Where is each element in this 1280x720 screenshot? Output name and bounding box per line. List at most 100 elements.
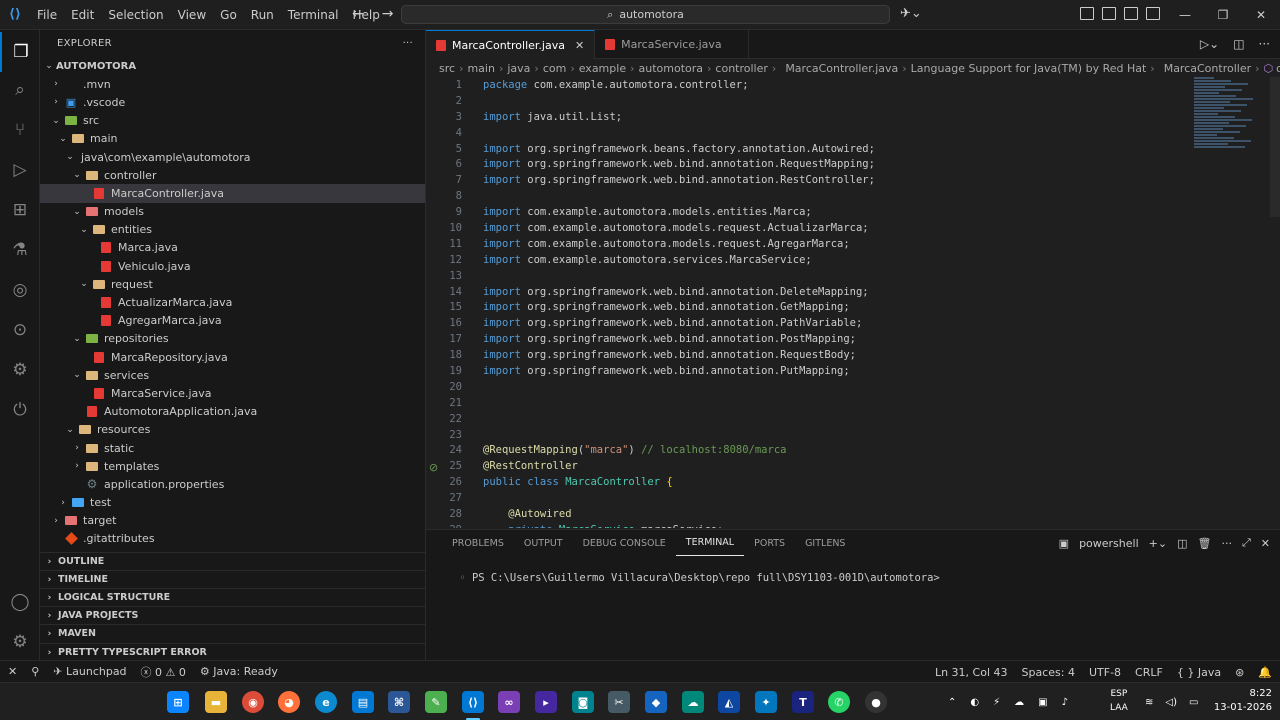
tree-item[interactable]: ⌄ repositories [40, 330, 425, 348]
menu-item-run[interactable]: Run [244, 0, 281, 30]
chrome-icon[interactable]: ◉ [242, 691, 264, 713]
tray-chevron-icon[interactable]: ⌃ [948, 697, 956, 708]
run-icon[interactable]: ▷⌄ [1200, 37, 1219, 51]
tree-item[interactable]: MarcaService.java [40, 384, 425, 402]
breadcrumb-item[interactable]: automotora [639, 62, 704, 75]
section-outline[interactable]: › OUTLINE [40, 552, 425, 570]
tree-item[interactable]: ⌄ java\com\example\automotora [40, 148, 425, 166]
copilot-chat-icon[interactable]: ⏻ [0, 390, 40, 430]
more-panel-actions-icon[interactable]: ··· [1221, 537, 1232, 550]
close-panel-icon[interactable]: ✕ [1261, 537, 1270, 550]
tree-item[interactable]: ⌄ src [40, 112, 425, 130]
minimize-icon[interactable]: — [1166, 0, 1204, 30]
docker-taskbar-icon[interactable]: ◭ [718, 691, 740, 713]
tree-item[interactable]: ⌄ entities [40, 221, 425, 239]
tree-item[interactable]: ⌄ services [40, 366, 425, 384]
firefox-icon[interactable]: ◕ [278, 691, 300, 713]
breadcrumb-item[interactable]: MarcaController [1164, 62, 1251, 75]
indentation[interactable]: Spaces: 4 [1022, 666, 1075, 679]
problems-status[interactable]: ⓧ 0 ⚠ 0 [141, 664, 186, 680]
maximize-icon[interactable]: ❐ [1204, 0, 1242, 30]
tree-item[interactable]: Vehiculo.java [40, 257, 425, 275]
breadcrumb-item[interactable]: controller [715, 62, 767, 75]
tree-item[interactable]: ⌄ resources [40, 421, 425, 439]
dev-tool-icon[interactable]: ⌘ [388, 691, 410, 713]
command-center-search[interactable]: ⌕ automotora [401, 5, 890, 24]
layout-customize-icon[interactable] [1080, 7, 1094, 20]
discord-icon[interactable]: ◙ [572, 691, 594, 713]
tree-item[interactable]: MarcaRepository.java [40, 348, 425, 366]
breadcrumb-item[interactable]: src [439, 62, 455, 75]
microphone-icon[interactable]: ♪ [1062, 697, 1068, 708]
panel-tab-problems[interactable]: PROBLEMS [442, 530, 514, 556]
section-pretty-typescript-error[interactable]: › PRETTY TYPESCRIPT ERROR [40, 643, 425, 660]
encoding[interactable]: UTF-8 [1089, 666, 1121, 679]
tray-app2-icon[interactable]: ⚡ [993, 697, 1000, 708]
edge-icon[interactable]: e [315, 691, 337, 713]
virtualbox-icon[interactable]: ◆ [645, 691, 667, 713]
store-icon[interactable]: ▤ [352, 691, 374, 713]
panel-tab-output[interactable]: OUTPUT [514, 530, 573, 556]
tree-item[interactable]: › .mvn [40, 75, 425, 93]
tree-item[interactable]: › target [40, 512, 425, 530]
code-editor[interactable]: 1 package com.example.automotora.controll… [426, 77, 1186, 528]
menu-item-go[interactable]: Go [213, 0, 244, 30]
editor-scrollbar[interactable] [1270, 77, 1280, 217]
section-timeline[interactable]: › TIMELINE [40, 570, 425, 588]
breadcrumb-item[interactable]: com [543, 62, 567, 75]
terminal-app-icon[interactable]: ▸ [535, 691, 557, 713]
teams-icon[interactable]: T [792, 691, 814, 713]
tray-app4-icon[interactable]: ▣ [1038, 697, 1047, 708]
breadcrumb-item[interactable]: example [579, 62, 626, 75]
tree-item[interactable]: AgregarMarca.java [40, 312, 425, 330]
menu-item-selection[interactable]: Selection [101, 0, 170, 30]
section-java-projects[interactable]: › JAVA PROJECTS [40, 606, 425, 624]
section-maven[interactable]: › MAVEN [40, 624, 425, 642]
snipping-tool-icon[interactable]: ✂ [608, 691, 630, 713]
panel-tab-debug-console[interactable]: DEBUG CONSOLE [573, 530, 676, 556]
copilot-status-icon[interactable]: ⊛ [1235, 666, 1244, 679]
tree-item[interactable]: ActualizarMarca.java [40, 293, 425, 311]
tree-item[interactable]: MarcaController.java [40, 184, 425, 203]
back-arrow-icon[interactable]: ← [352, 6, 364, 22]
paint-icon[interactable]: ✎ [425, 691, 447, 713]
breadcrumb-item[interactable]: obtenerTodas [1276, 62, 1280, 75]
gitlens-icon[interactable]: ⊙ [0, 310, 40, 350]
launchpad-item[interactable]: ✈ Launchpad [53, 665, 126, 678]
tree-item[interactable]: AutomotoraApplication.java [40, 403, 425, 421]
more-editor-actions-icon[interactable]: ··· [1259, 37, 1270, 51]
split-editor-icon[interactable]: ◫ [1233, 37, 1244, 51]
tree-item[interactable]: .gitattributes [40, 530, 425, 548]
docker-icon[interactable]: ⚙ [0, 350, 40, 390]
terminal-shell-name[interactable]: powershell [1079, 537, 1139, 550]
breadcrumb-item[interactable]: Language Support for Java(TM) by Red Hat [911, 62, 1147, 75]
network-volume-battery[interactable]: ≋ ◁) ▭ [1145, 683, 1198, 720]
tab-marcacontroller[interactable]: MarcaController.java ✕ [426, 30, 596, 59]
close-tab-icon[interactable]: ✕ [575, 39, 584, 52]
file-explorer-icon[interactable]: ▬ [205, 691, 227, 713]
toggle-sidebar-icon[interactable] [1102, 7, 1116, 20]
visual-studio-icon[interactable]: ∞ [498, 691, 520, 713]
tree-item[interactable]: Marca.java [40, 239, 425, 257]
run-debug-icon[interactable]: ▷ [0, 150, 40, 190]
notifications-icon[interactable]: 🔔 [1258, 666, 1272, 679]
toggle-secondary-sidebar-icon[interactable] [1146, 7, 1160, 20]
clock[interactable]: 8:22 13-01-2026 [1214, 687, 1272, 715]
tree-item[interactable]: ⚙ application.properties [40, 475, 425, 493]
minimap[interactable] [1194, 77, 1264, 157]
cursor-position[interactable]: Ln 31, Col 43 [935, 666, 1008, 679]
tree-item[interactable]: › test [40, 494, 425, 512]
sync-icon[interactable]: ⚲ [31, 665, 39, 678]
menu-item-terminal[interactable]: Terminal [281, 0, 346, 30]
testing-icon[interactable]: ⚗ [0, 230, 40, 270]
panel-tab-gitlens[interactable]: GITLENS [795, 530, 855, 556]
manage-gear-icon[interactable]: ⚙ [0, 622, 40, 662]
cloud-app-icon[interactable]: ☁ [682, 691, 704, 713]
tree-item[interactable]: ⌄ main [40, 130, 425, 148]
tab-marcaservice[interactable]: MarcaService.java [595, 30, 749, 59]
tree-item[interactable]: ⌄ models [40, 203, 425, 221]
close-window-icon[interactable]: ✕ [1242, 0, 1280, 30]
windows-start-icon[interactable]: ⊞ [167, 691, 189, 713]
tray-app3-icon[interactable]: ☁ [1014, 697, 1024, 708]
tray-app1-icon[interactable]: ◐ [970, 697, 979, 708]
